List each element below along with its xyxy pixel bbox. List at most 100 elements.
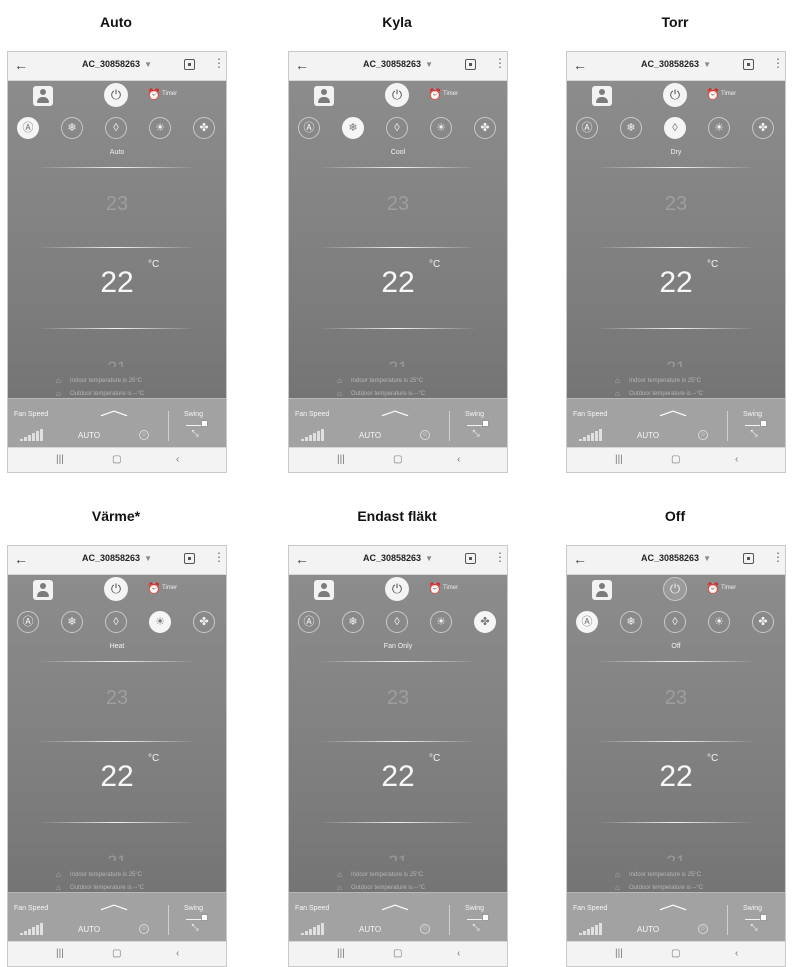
fan-speed-value[interactable]: AUTO bbox=[637, 925, 659, 934]
mode-auto-icon[interactable]: Ⓐ bbox=[17, 117, 39, 139]
swing-icon[interactable]: ⤡ bbox=[745, 420, 767, 442]
eco-face-icon[interactable]: ☺ bbox=[139, 924, 149, 934]
power-button[interactable]: ⏻ bbox=[104, 83, 128, 107]
chevron-up-icon[interactable]: ︿ bbox=[100, 890, 129, 914]
mode-auto-icon[interactable]: Ⓐ bbox=[298, 117, 320, 139]
back-nav-icon[interactable]: ‹ bbox=[735, 948, 738, 959]
swing-icon[interactable]: ⤡ bbox=[467, 914, 489, 936]
home-button-icon[interactable]: ▢ bbox=[393, 948, 402, 959]
timer-label[interactable]: Timer bbox=[721, 585, 736, 591]
user-avatar-icon[interactable] bbox=[33, 86, 53, 106]
recent-apps-icon[interactable]: ||| bbox=[615, 454, 623, 465]
alarm-clock-icon[interactable]: ⏰ bbox=[428, 88, 442, 101]
home-button-icon[interactable]: ▢ bbox=[112, 454, 121, 465]
mode-auto-icon[interactable]: Ⓐ bbox=[576, 611, 598, 633]
calendar-icon[interactable] bbox=[743, 553, 754, 564]
power-button[interactable]: ⏻ bbox=[385, 83, 409, 107]
mode-heat-icon[interactable]: ☀ bbox=[149, 117, 171, 139]
mode-cool-icon[interactable]: ❄ bbox=[61, 611, 83, 633]
temp-option-down[interactable]: 21 bbox=[8, 851, 226, 861]
calendar-icon[interactable] bbox=[184, 553, 195, 564]
timer-label[interactable]: Timer bbox=[721, 91, 736, 97]
user-avatar-icon[interactable] bbox=[314, 580, 334, 600]
fan-speed-bars-icon[interactable] bbox=[301, 429, 325, 441]
mode-auto-icon[interactable]: Ⓐ bbox=[576, 117, 598, 139]
mode-cool-icon[interactable]: ❄ bbox=[342, 611, 364, 633]
fan-speed-value[interactable]: AUTO bbox=[78, 431, 100, 440]
alarm-clock-icon[interactable]: ⏰ bbox=[147, 88, 161, 101]
more-vertical-icon[interactable]: ⋮ bbox=[213, 550, 225, 564]
back-nav-icon[interactable]: ‹ bbox=[457, 948, 460, 959]
eco-face-icon[interactable]: ☺ bbox=[420, 430, 430, 440]
more-vertical-icon[interactable]: ⋮ bbox=[772, 550, 784, 564]
calendar-icon[interactable] bbox=[465, 553, 476, 564]
swing-icon[interactable]: ⤡ bbox=[186, 914, 208, 936]
temp-option-down[interactable]: 21 bbox=[289, 357, 507, 367]
timer-label[interactable]: Timer bbox=[443, 91, 458, 97]
eco-face-icon[interactable]: ☺ bbox=[139, 430, 149, 440]
eco-face-icon[interactable]: ☺ bbox=[698, 924, 708, 934]
mode-auto-icon[interactable]: Ⓐ bbox=[17, 611, 39, 633]
chevron-up-icon[interactable]: ︿ bbox=[381, 396, 410, 420]
power-button[interactable]: ⏻ bbox=[663, 577, 687, 601]
home-button-icon[interactable]: ▢ bbox=[671, 454, 680, 465]
mode-fan-icon[interactable]: ✤ bbox=[752, 611, 774, 633]
recent-apps-icon[interactable]: ||| bbox=[615, 948, 623, 959]
more-vertical-icon[interactable]: ⋮ bbox=[494, 550, 506, 564]
mode-cool-icon[interactable]: ❄ bbox=[61, 117, 83, 139]
mode-dry-icon[interactable]: ◊ bbox=[664, 611, 686, 633]
mode-dry-icon[interactable]: ◊ bbox=[664, 117, 686, 139]
timer-label[interactable]: Timer bbox=[162, 585, 177, 591]
fan-speed-bars-icon[interactable] bbox=[579, 923, 603, 935]
power-button[interactable]: ⏻ bbox=[663, 83, 687, 107]
temp-option-up[interactable]: 23 bbox=[289, 193, 507, 216]
back-nav-icon[interactable]: ‹ bbox=[176, 948, 179, 959]
temp-option-up[interactable]: 23 bbox=[289, 687, 507, 710]
current-setpoint[interactable]: 22 bbox=[289, 760, 507, 794]
fan-speed-bars-icon[interactable] bbox=[20, 923, 44, 935]
recent-apps-icon[interactable]: ||| bbox=[56, 948, 64, 959]
current-setpoint[interactable]: 22 bbox=[567, 760, 785, 794]
alarm-clock-icon[interactable]: ⏰ bbox=[147, 582, 161, 595]
swing-icon[interactable]: ⤡ bbox=[745, 914, 767, 936]
fan-speed-value[interactable]: AUTO bbox=[78, 925, 100, 934]
mode-heat-icon[interactable]: ☀ bbox=[708, 117, 730, 139]
mode-auto-icon[interactable]: Ⓐ bbox=[298, 611, 320, 633]
home-button-icon[interactable]: ▢ bbox=[393, 454, 402, 465]
chevron-up-icon[interactable]: ︿ bbox=[100, 396, 129, 420]
temp-option-down[interactable]: 21 bbox=[8, 357, 226, 367]
more-vertical-icon[interactable]: ⋮ bbox=[772, 56, 784, 70]
recent-apps-icon[interactable]: ||| bbox=[56, 454, 64, 465]
back-nav-icon[interactable]: ‹ bbox=[735, 454, 738, 465]
swing-icon[interactable]: ⤡ bbox=[467, 420, 489, 442]
recent-apps-icon[interactable]: ||| bbox=[337, 948, 345, 959]
more-vertical-icon[interactable]: ⋮ bbox=[213, 56, 225, 70]
mode-cool-icon[interactable]: ❄ bbox=[620, 117, 642, 139]
fan-speed-value[interactable]: AUTO bbox=[359, 431, 381, 440]
power-button[interactable]: ⏻ bbox=[104, 577, 128, 601]
more-vertical-icon[interactable]: ⋮ bbox=[494, 56, 506, 70]
power-button[interactable]: ⏻ bbox=[385, 577, 409, 601]
timer-label[interactable]: Timer bbox=[162, 91, 177, 97]
user-avatar-icon[interactable] bbox=[314, 86, 334, 106]
temp-option-down[interactable]: 21 bbox=[289, 851, 507, 861]
calendar-icon[interactable] bbox=[743, 59, 754, 70]
mode-dry-icon[interactable]: ◊ bbox=[386, 611, 408, 633]
chevron-up-icon[interactable]: ︿ bbox=[381, 890, 410, 914]
alarm-clock-icon[interactable]: ⏰ bbox=[706, 582, 720, 595]
current-setpoint[interactable]: 22 bbox=[289, 266, 507, 300]
back-nav-icon[interactable]: ‹ bbox=[176, 454, 179, 465]
mode-cool-icon[interactable]: ❄ bbox=[342, 117, 364, 139]
mode-cool-icon[interactable]: ❄ bbox=[620, 611, 642, 633]
fan-speed-bars-icon[interactable] bbox=[20, 429, 44, 441]
mode-fan-icon[interactable]: ✤ bbox=[193, 611, 215, 633]
fan-speed-value[interactable]: AUTO bbox=[359, 925, 381, 934]
calendar-icon[interactable] bbox=[184, 59, 195, 70]
user-avatar-icon[interactable] bbox=[592, 580, 612, 600]
mode-heat-icon[interactable]: ☀ bbox=[430, 117, 452, 139]
mode-dry-icon[interactable]: ◊ bbox=[105, 117, 127, 139]
swing-icon[interactable]: ⤡ bbox=[186, 420, 208, 442]
fan-speed-bars-icon[interactable] bbox=[579, 429, 603, 441]
temp-option-up[interactable]: 23 bbox=[567, 687, 785, 710]
fan-speed-bars-icon[interactable] bbox=[301, 923, 325, 935]
